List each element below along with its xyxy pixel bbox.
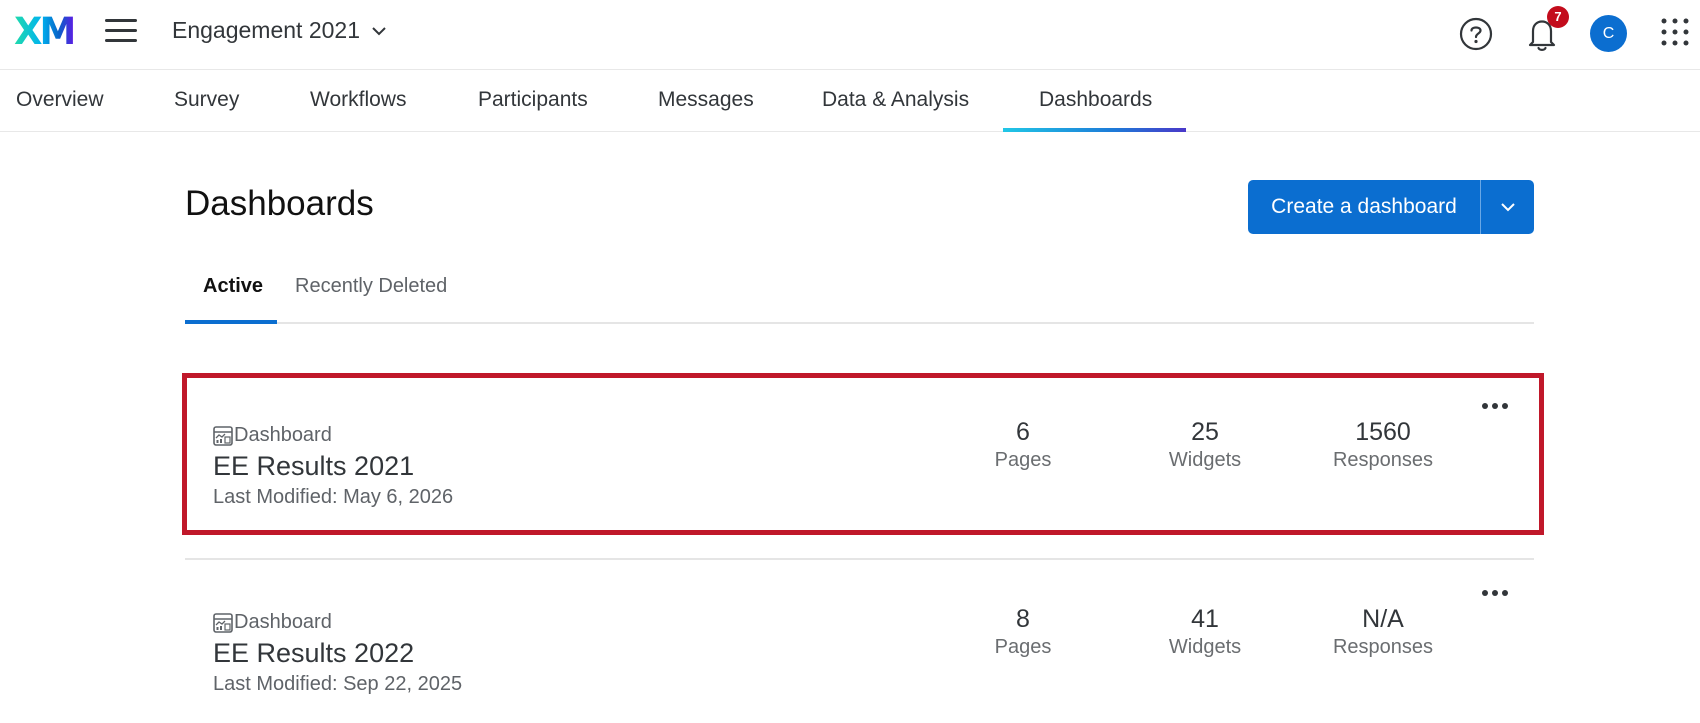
nav-tab-data-analysis[interactable]: Data & Analysis [822, 88, 969, 112]
menu-icon[interactable] [105, 19, 137, 47]
pages-count: 8 [1016, 605, 1030, 633]
dashboard-type: Dashboard [213, 611, 332, 634]
widgets-label: Widgets [1168, 449, 1242, 471]
page-title: Dashboards [185, 184, 374, 223]
dashboard-name[interactable]: EE Results 2021 [213, 451, 414, 482]
tabs-divider [185, 322, 1534, 324]
chevron-down-icon [1500, 203, 1515, 212]
responses-stat: N/A Responses [1318, 605, 1448, 659]
xm-logo[interactable]: XM [14, 12, 76, 52]
responses-stat: 1560 Responses [1318, 418, 1448, 472]
app-grid-icon[interactable] [1660, 17, 1690, 47]
widgets-stat: 25 Widgets [1140, 418, 1270, 472]
widgets-stat: 41 Widgets [1140, 605, 1270, 659]
project-nav: Overview Survey Workflows Participants M… [0, 70, 1700, 132]
create-dashboard-split-button: Create a dashboard [1248, 180, 1534, 234]
create-dashboard-button[interactable]: Create a dashboard [1248, 180, 1481, 234]
nav-tab-messages[interactable]: Messages [658, 88, 754, 112]
responses-label: Responses [1332, 449, 1434, 471]
dashboard-card[interactable]: Dashboard EE Results 2021 Last Modified:… [185, 376, 1534, 536]
help-icon[interactable] [1459, 17, 1493, 51]
dashboard-type-label: Dashboard [234, 424, 332, 446]
more-options-icon[interactable] [1475, 585, 1515, 601]
active-tab-indicator [185, 320, 277, 324]
project-selector[interactable]: Engagement 2021 [172, 17, 388, 44]
dashboard-card[interactable]: Dashboard EE Results 2022 Last Modified:… [185, 563, 1534, 723]
pages-label: Pages [994, 449, 1052, 471]
user-avatar[interactable]: C [1590, 15, 1627, 52]
responses-count: N/A [1362, 605, 1404, 633]
pages-stat: 8 Pages [958, 605, 1088, 659]
active-nav-indicator [1003, 128, 1186, 132]
widgets-count: 41 [1191, 605, 1219, 633]
nav-tab-overview[interactable]: Overview [16, 88, 104, 112]
nav-tab-dashboards[interactable]: Dashboards [1039, 88, 1152, 112]
dashboard-icon [213, 425, 233, 446]
dashboard-icon [213, 612, 233, 633]
responses-count: 1560 [1355, 418, 1411, 446]
nav-tab-survey[interactable]: Survey [174, 88, 239, 112]
top-bar: XM Engagement 2021 7 C [0, 0, 1700, 70]
tab-active[interactable]: Active [203, 275, 263, 298]
chevron-down-icon [372, 26, 386, 35]
last-modified: Last Modified: May 6, 2026 [213, 486, 454, 508]
pages-count: 6 [1016, 418, 1030, 446]
nav-tab-participants[interactable]: Participants [478, 88, 588, 112]
last-modified: Last Modified: Sep 22, 2025 [213, 673, 463, 695]
dashboard-name[interactable]: EE Results 2022 [213, 638, 414, 669]
tab-recently-deleted[interactable]: Recently Deleted [295, 275, 447, 298]
responses-label: Responses [1332, 636, 1434, 658]
pages-label: Pages [994, 636, 1052, 658]
widgets-count: 25 [1191, 418, 1219, 446]
create-dashboard-dropdown[interactable] [1481, 180, 1534, 234]
more-options-icon[interactable] [1475, 398, 1515, 414]
notification-count-badge: 7 [1547, 6, 1569, 28]
dashboard-type: Dashboard [213, 424, 332, 447]
card-divider [185, 558, 1534, 560]
nav-tab-workflows[interactable]: Workflows [310, 88, 406, 112]
widgets-label: Widgets [1168, 636, 1242, 658]
project-title: Engagement 2021 [172, 17, 360, 43]
dashboard-type-label: Dashboard [234, 611, 332, 633]
pages-stat: 6 Pages [958, 418, 1088, 472]
